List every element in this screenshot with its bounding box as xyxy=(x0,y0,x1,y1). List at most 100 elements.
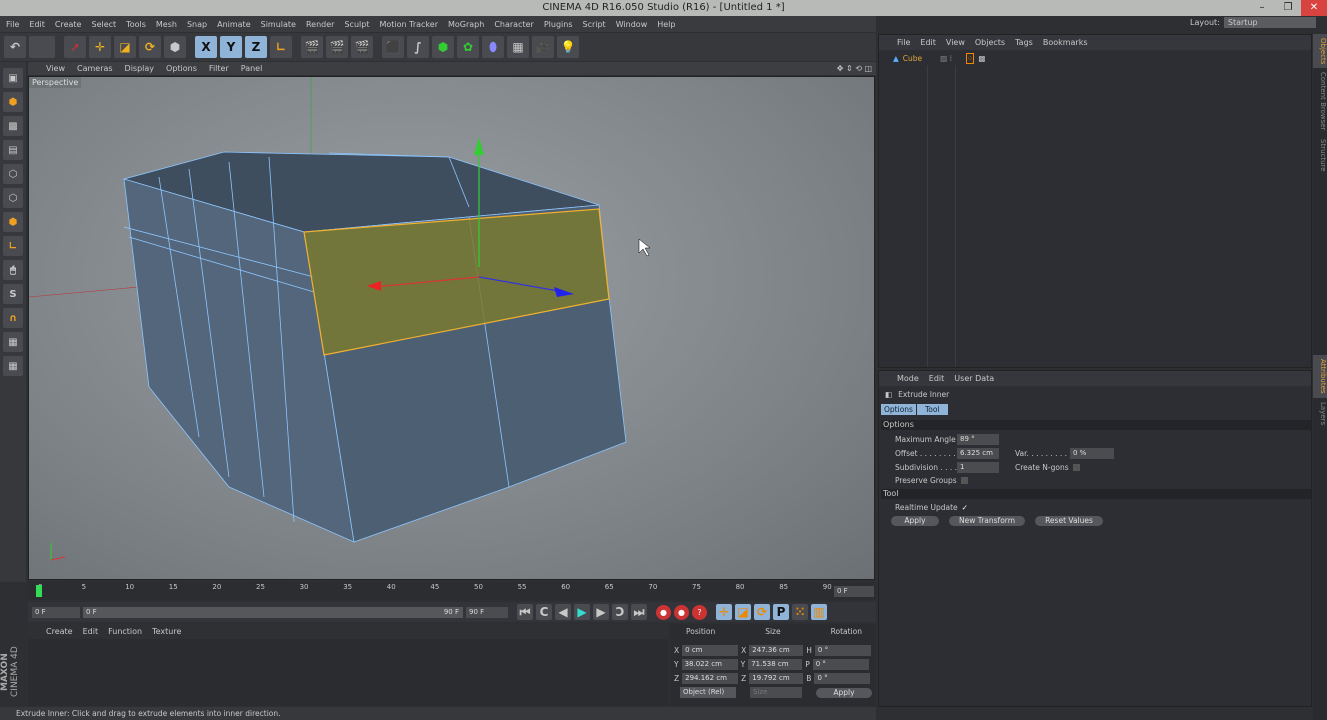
z-axis-lock-icon[interactable]: Z xyxy=(245,36,267,58)
current-frame-field[interactable]: 0 F xyxy=(834,586,874,597)
obj-menu-edit[interactable]: Edit xyxy=(920,38,936,47)
rot-h-field[interactable]: 0 ° xyxy=(814,645,871,656)
workplane-icon[interactable]: ▤ xyxy=(3,140,23,160)
goto-start-icon[interactable]: ⏮ xyxy=(517,604,533,620)
side-tab-structure[interactable]: Structure xyxy=(1313,135,1327,176)
phong-tag-icon[interactable]: ⁘ xyxy=(966,53,975,64)
tab-tool[interactable]: Tool xyxy=(916,404,948,415)
close-button[interactable]: ✕ xyxy=(1301,0,1327,16)
layout-dropdown[interactable]: Startup xyxy=(1223,17,1316,28)
subdivision-field[interactable]: 1 xyxy=(957,462,999,473)
model-mode-icon[interactable]: ⬢ xyxy=(3,92,23,112)
playhead[interactable] xyxy=(36,585,42,597)
viewport-nav-icons[interactable]: ✥ ⇕ ⟲ ◫ xyxy=(837,64,872,73)
viewport-menu-panel[interactable]: Panel xyxy=(241,64,263,73)
new-transform-button[interactable]: New Transform xyxy=(949,516,1026,526)
viewport-menu-view[interactable]: View xyxy=(46,64,65,73)
coordinate-system-icon[interactable]: ∟ xyxy=(270,36,292,58)
pos-y-field[interactable]: 38.022 cm xyxy=(681,659,738,670)
workplane-grid-icon[interactable]: ▦ xyxy=(3,332,23,352)
timeline-ruler[interactable]: 051015202530354045505560657075808590 0 F xyxy=(28,582,876,600)
max-angle-field[interactable]: 89 ° xyxy=(957,434,999,445)
size-z-field[interactable]: 19.792 cm xyxy=(749,673,804,684)
size-y-field[interactable]: 71.538 cm xyxy=(748,659,803,670)
maximize-button[interactable]: ❐ xyxy=(1275,0,1301,16)
menu-edit[interactable]: Edit xyxy=(29,20,45,29)
key-scale-icon[interactable]: ◪ xyxy=(735,604,751,620)
object-row-cube[interactable]: ▲ Cube ▨ ⁞ ⁘ ▩ xyxy=(893,53,985,64)
points-mode-icon[interactable]: ⬡ xyxy=(3,164,23,184)
object-name[interactable]: Cube xyxy=(903,54,922,63)
preserve-groups-checkbox[interactable] xyxy=(960,477,968,484)
record-keys-icon[interactable]: ● xyxy=(656,604,671,620)
spline-pen-icon[interactable]: ∫ xyxy=(407,36,429,58)
goto-end-icon[interactable]: ⏭ xyxy=(631,604,647,620)
material-menu-create[interactable]: Create xyxy=(46,627,73,636)
key-position-icon[interactable]: ✛ xyxy=(716,604,732,620)
apply-button[interactable]: Apply xyxy=(891,516,939,526)
menu-window[interactable]: Window xyxy=(616,20,648,29)
texture-mode-icon[interactable]: ▩ xyxy=(3,116,23,136)
material-menu-edit[interactable]: Edit xyxy=(83,627,99,636)
3d-viewport[interactable]: Perspective xyxy=(28,76,875,580)
next-frame-icon[interactable]: ▶ xyxy=(593,604,609,620)
prev-key-icon[interactable]: C xyxy=(536,604,552,620)
locked-workplane-icon[interactable]: ▦ xyxy=(3,356,23,376)
menu-help[interactable]: Help xyxy=(657,20,675,29)
key-parameter-icon[interactable]: P xyxy=(773,604,789,620)
visibility-toggle-icon[interactable]: ▨ ⁞ xyxy=(940,54,952,63)
obj-menu-tags[interactable]: Tags xyxy=(1015,38,1033,47)
obj-menu-objects[interactable]: Objects xyxy=(975,38,1005,47)
tweak-mode-icon[interactable]: 🖱 xyxy=(3,260,23,280)
menu-simulate[interactable]: Simulate xyxy=(261,20,296,29)
realtime-update-checkbox[interactable]: ✓ xyxy=(962,503,968,512)
obj-menu-view[interactable]: View xyxy=(946,38,965,47)
material-menu-function[interactable]: Function xyxy=(108,627,142,636)
axis-icon[interactable]: ∟ xyxy=(3,236,23,256)
floor-icon[interactable]: ▦ xyxy=(507,36,529,58)
viewport-menu-options[interactable]: Options xyxy=(166,64,197,73)
attr-menu-mode[interactable]: Mode xyxy=(897,374,919,383)
x-axis-lock-icon[interactable]: X xyxy=(195,36,217,58)
menu-sculpt[interactable]: Sculpt xyxy=(344,20,369,29)
material-tag-icon[interactable]: ▩ xyxy=(978,54,985,63)
viewport-menu-filter[interactable]: Filter xyxy=(209,64,229,73)
layout-selector[interactable]: Layout: Startup xyxy=(1190,17,1316,28)
obj-menu-file[interactable]: File xyxy=(897,38,910,47)
create-ngons-checkbox[interactable] xyxy=(1072,464,1080,471)
light-icon[interactable]: 💡 xyxy=(557,36,579,58)
obj-menu-bookmarks[interactable]: Bookmarks xyxy=(1043,38,1088,47)
key-pla-icon[interactable]: ⁙ xyxy=(792,604,808,620)
side-tab-content-browser[interactable]: Content Browser xyxy=(1313,68,1327,134)
timeline-window-icon[interactable]: ▥ xyxy=(811,604,827,620)
viewport-menu-cameras[interactable]: Cameras xyxy=(77,64,113,73)
side-tab-objects[interactable]: Objects xyxy=(1313,34,1327,69)
tab-options[interactable]: Options xyxy=(881,404,916,415)
reset-values-button[interactable]: Reset Values xyxy=(1035,516,1103,526)
menu-script[interactable]: Script xyxy=(582,20,605,29)
menu-select[interactable]: Select xyxy=(91,20,116,29)
camera-icon[interactable]: 🎥 xyxy=(532,36,554,58)
end-frame-field[interactable]: 90 F xyxy=(466,606,508,618)
live-selection-icon[interactable]: ➚ xyxy=(64,36,86,58)
edges-mode-icon[interactable]: ⬡ xyxy=(3,188,23,208)
offset-field[interactable]: 6.325 cm xyxy=(957,448,999,459)
menu-motion-tracker[interactable]: Motion Tracker xyxy=(379,20,438,29)
menu-render[interactable]: Render xyxy=(306,20,334,29)
render-picture-viewer-icon[interactable]: 🎬 xyxy=(326,36,348,58)
undo-icon[interactable]: ↶ xyxy=(4,36,26,58)
viewport-menu-display[interactable]: Display xyxy=(125,64,155,73)
polygons-mode-icon[interactable]: ⬢ xyxy=(3,212,23,232)
coordinate-mode-dropdown[interactable]: Object (Rel) xyxy=(680,687,736,698)
menu-mesh[interactable]: Mesh xyxy=(156,20,177,29)
magnet-icon[interactable]: ∩ xyxy=(3,308,23,328)
frame-range-slider[interactable]: 0 F 90 F xyxy=(83,606,463,618)
redo-icon[interactable] xyxy=(29,36,55,58)
key-rotation-icon[interactable]: ⟳ xyxy=(754,604,770,620)
next-key-icon[interactable]: Ↄ xyxy=(612,604,628,620)
prev-frame-icon[interactable]: ◀ xyxy=(555,604,571,620)
menu-tools[interactable]: Tools xyxy=(126,20,146,29)
play-icon[interactable]: ▶ xyxy=(574,604,590,620)
move-icon[interactable]: ✛ xyxy=(89,36,111,58)
subdivision-surface-icon[interactable]: ⬢ xyxy=(432,36,454,58)
